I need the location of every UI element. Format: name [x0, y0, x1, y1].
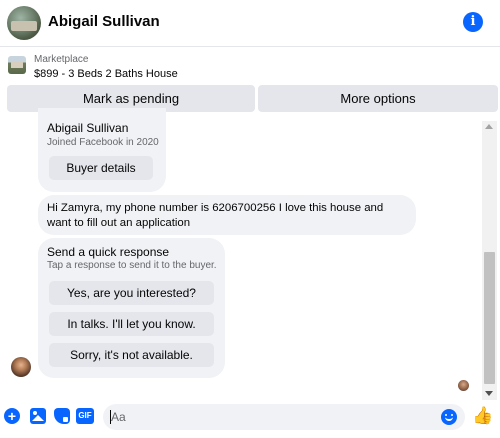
- quick-response-not-available-button[interactable]: Sorry, it's not available.: [49, 343, 214, 367]
- emoji-icon[interactable]: [441, 409, 457, 425]
- quick-response-in-talks-button[interactable]: In talks. I'll let you know.: [49, 312, 214, 336]
- message-input-wrapper[interactable]: [103, 404, 465, 430]
- quick-response-title: Send a quick response: [47, 245, 170, 259]
- listing-thumbnail[interactable]: [8, 56, 26, 74]
- buyer-joined-text: Joined Facebook in 2020: [47, 137, 159, 148]
- plus-icon[interactable]: +: [4, 408, 20, 424]
- message-input[interactable]: [111, 409, 431, 425]
- photo-icon[interactable]: [30, 408, 46, 424]
- more-options-button[interactable]: More options: [258, 85, 498, 112]
- scroll-down-arrow-icon[interactable]: [485, 391, 493, 396]
- buyer-name: Abigail Sullivan: [47, 121, 129, 135]
- buyer-message-bubble: Hi Zamyra, my phone number is 6206700256…: [38, 195, 416, 235]
- like-icon[interactable]: 👍: [472, 406, 493, 426]
- buyer-message-text: Hi Zamyra, my phone number is 6206700256…: [47, 202, 384, 229]
- buyer-details-button[interactable]: Buyer details: [49, 156, 153, 180]
- seen-receipt-avatar: [458, 380, 469, 391]
- info-icon[interactable]: i: [463, 12, 483, 32]
- quick-response-subtitle: Tap a response to send it to the buyer.: [47, 260, 217, 271]
- text-caret: [110, 410, 111, 424]
- header-divider: [0, 46, 500, 47]
- contact-avatar[interactable]: [7, 6, 41, 40]
- quick-response-card: Send a quick response Tap a response to …: [38, 238, 225, 378]
- listing-category: Marketplace: [34, 54, 89, 65]
- listing-title[interactable]: $899 - 3 Beds 2 Baths House: [34, 68, 178, 80]
- gif-icon[interactable]: GIF: [76, 408, 94, 424]
- chat-header: Abigail Sullivan i: [0, 0, 500, 46]
- buyer-info-card: Abigail Sullivan Joined Facebook in 2020…: [38, 108, 166, 192]
- buyer-avatar: [11, 357, 31, 377]
- scrollbar-thumb[interactable]: [484, 252, 495, 384]
- scroll-up-arrow-icon[interactable]: [485, 124, 493, 129]
- contact-name[interactable]: Abigail Sullivan: [48, 13, 160, 30]
- quick-response-interested-button[interactable]: Yes, are you interested?: [49, 281, 214, 305]
